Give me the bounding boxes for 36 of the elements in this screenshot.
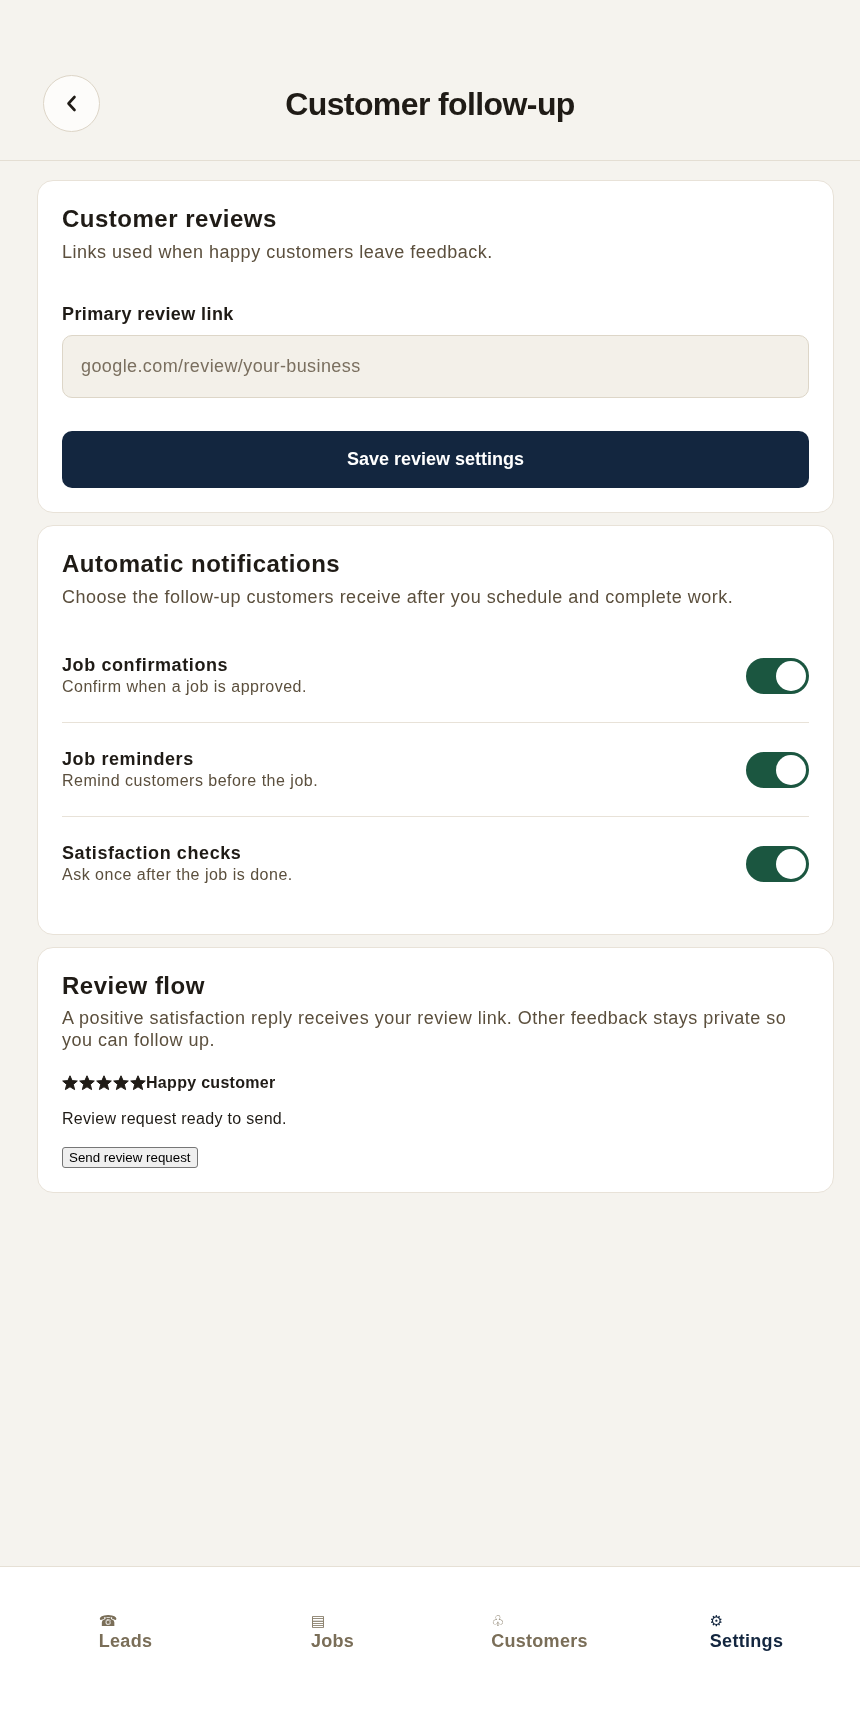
toggle-switch[interactable] bbox=[746, 845, 809, 882]
page-title: Customer follow-up bbox=[285, 84, 575, 124]
setting-description: Remind customers before the job. bbox=[62, 771, 319, 791]
card-description: Choose the follow-up customers receive after you schedule and complete work. bbox=[62, 586, 735, 608]
rating-label: Happy customer bbox=[146, 1073, 276, 1093]
telephone-icon: ☎ bbox=[98, 1612, 118, 1630]
toggle-switch[interactable] bbox=[746, 657, 809, 694]
card-title: Review flow bbox=[62, 971, 206, 1000]
toggle-switch[interactable] bbox=[746, 751, 809, 788]
nav-tab[interactable]: ▤ Jobs bbox=[310, 1612, 355, 1652]
club-icon: ♧ bbox=[491, 1612, 505, 1630]
star-icon bbox=[113, 1075, 129, 1091]
nav-tab[interactable]: ☎ Leads bbox=[98, 1612, 153, 1652]
star-icon bbox=[130, 1075, 146, 1091]
chevron-left-icon bbox=[66, 95, 77, 112]
star-icon bbox=[62, 1075, 78, 1091]
nav-tab[interactable]: ♧ Customers bbox=[491, 1612, 588, 1652]
status-text: Review request ready to send. bbox=[62, 1109, 288, 1129]
setting-description: Confirm when a job is approved. bbox=[62, 677, 307, 697]
card-description: Links used when happy customers leave feedback. bbox=[62, 241, 494, 263]
save-button[interactable]: Save review settings bbox=[62, 431, 809, 488]
setting-description: Ask once after the job is done. bbox=[62, 865, 293, 885]
card-title: Automatic notifications bbox=[62, 549, 342, 578]
send-request-button[interactable]: Send review request bbox=[62, 1147, 198, 1168]
star-icon bbox=[79, 1075, 95, 1091]
nav-tab[interactable]: ⚙ Settings bbox=[709, 1612, 784, 1652]
gear-icon: ⚙ bbox=[709, 1612, 724, 1630]
setting-title: Job reminders bbox=[62, 748, 195, 770]
list-icon: ▤ bbox=[310, 1612, 326, 1630]
field-label: Primary review link bbox=[62, 303, 235, 325]
setting-title: Satisfaction checks bbox=[62, 842, 243, 864]
review-link-input[interactable]: google.com/review/your-business bbox=[62, 335, 809, 398]
setting-title: Job confirmations bbox=[62, 654, 230, 676]
card-title: Customer reviews bbox=[62, 204, 278, 233]
star-icon bbox=[96, 1075, 112, 1091]
card-description: A positive satisfaction reply receives your review link. Other feedback stays private so you can follow up. bbox=[62, 1008, 788, 1051]
